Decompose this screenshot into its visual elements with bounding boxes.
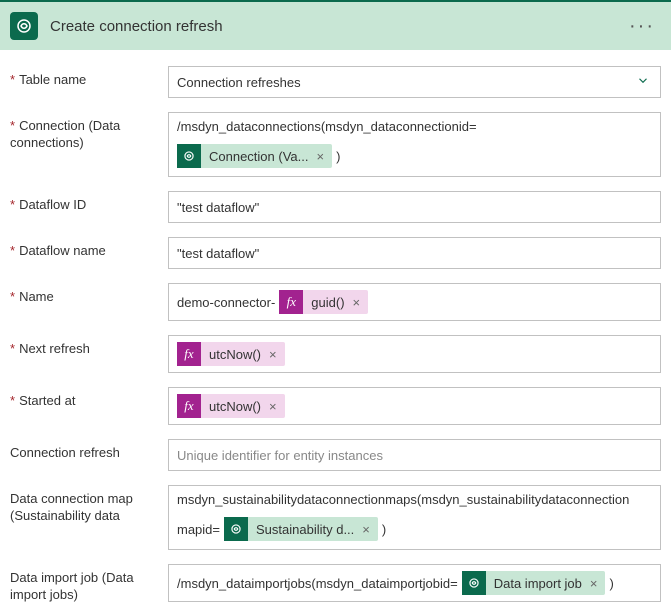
close-icon[interactable]: ×: [267, 348, 279, 361]
label-dataflow-id: Dataflow ID: [10, 191, 168, 214]
table-name-select[interactable]: Connection refreshes: [168, 66, 661, 98]
token-label: Sustainability d...: [254, 522, 354, 537]
data-import-job-input[interactable]: /msdyn_dataimportjobs(msdyn_dataimportjo…: [168, 564, 661, 602]
close-icon[interactable]: ×: [351, 296, 363, 309]
label-name: Name: [10, 283, 168, 306]
connector-icon: [10, 12, 38, 40]
card-title: Create connection refresh: [50, 18, 623, 35]
connector-icon: [224, 517, 248, 541]
token-label: Connection (Va...: [207, 149, 308, 164]
import-job-prefix: /msdyn_dataimportjobs(msdyn_dataimportjo…: [177, 576, 458, 591]
token-label: guid(): [309, 295, 344, 310]
sustainability-token[interactable]: Sustainability d... ×: [224, 517, 378, 541]
close-icon[interactable]: ×: [267, 400, 279, 413]
next-refresh-input[interactable]: fx utcNow() ×: [168, 335, 661, 373]
connection-refresh-input[interactable]: Unique identifier for entity instances: [168, 439, 661, 471]
dataflow-name-input[interactable]: "test dataflow": [168, 237, 661, 269]
connector-icon: [462, 571, 486, 595]
connector-icon: [177, 144, 201, 168]
dataflow-name-value: "test dataflow": [177, 246, 259, 261]
label-data-import-job: Data import job (Data import jobs): [10, 564, 168, 604]
dataflow-id-input[interactable]: "test dataflow": [168, 191, 661, 223]
close-paren: ): [336, 149, 340, 164]
table-name-value: Connection refreshes: [177, 75, 301, 90]
chevron-down-icon: [636, 74, 650, 91]
card-menu-button[interactable]: ···: [623, 15, 661, 38]
token-label: utcNow(): [207, 399, 261, 414]
started-at-input[interactable]: fx utcNow() ×: [168, 387, 661, 425]
label-dataflow-name: Dataflow name: [10, 237, 168, 260]
connection-field[interactable]: /msdyn_dataconnections(msdyn_dataconnect…: [168, 112, 661, 177]
close-paren: ): [609, 576, 613, 591]
utcnow-token[interactable]: fx utcNow() ×: [177, 394, 285, 418]
token-label: Data import job: [492, 576, 582, 591]
utcnow-token[interactable]: fx utcNow() ×: [177, 342, 285, 366]
label-table-name: Table name: [10, 66, 168, 89]
form-body: Table name Connection refreshes Connecti…: [0, 50, 671, 608]
token-label: utcNow(): [207, 347, 261, 362]
close-paren: ): [382, 522, 386, 537]
name-input[interactable]: demo-connector- fx guid() ×: [168, 283, 661, 321]
close-icon[interactable]: ×: [360, 523, 372, 536]
connection-token[interactable]: Connection (Va... ×: [177, 144, 332, 168]
guid-token[interactable]: fx guid() ×: [279, 290, 368, 314]
data-import-job-token[interactable]: Data import job ×: [462, 571, 606, 595]
dataflow-id-value: "test dataflow": [177, 200, 259, 215]
data-connection-map-input[interactable]: msdyn_sustainabilitydataconnectionmaps(m…: [168, 485, 661, 550]
close-icon[interactable]: ×: [314, 150, 326, 163]
label-started-at: Started at: [10, 387, 168, 410]
label-next-refresh: Next refresh: [10, 335, 168, 358]
close-icon[interactable]: ×: [588, 577, 600, 590]
name-prefix: demo-connector-: [177, 295, 275, 310]
map-path-line1: msdyn_sustainabilitydataconnectionmaps(m…: [177, 492, 652, 511]
label-connection: Connection (Data connections): [10, 112, 168, 152]
card-header: Create connection refresh ···: [0, 0, 671, 50]
label-connection-refresh: Connection refresh: [10, 439, 168, 462]
map-prefix: mapid=: [177, 522, 220, 537]
fx-icon: fx: [177, 342, 201, 366]
fx-icon: fx: [279, 290, 303, 314]
label-data-connection-map: Data connection map (Sustainability data: [10, 485, 168, 525]
connection-refresh-placeholder: Unique identifier for entity instances: [177, 448, 383, 463]
connection-path: /msdyn_dataconnections(msdyn_dataconnect…: [177, 119, 652, 138]
fx-icon: fx: [177, 394, 201, 418]
